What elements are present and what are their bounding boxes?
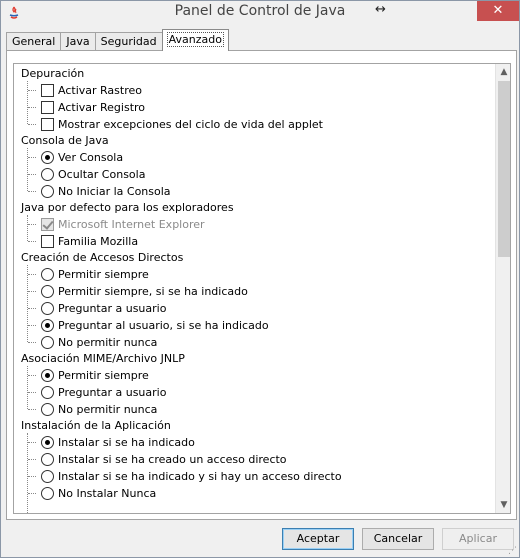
title-bar[interactable]: Panel de Control de Java ↔ ✕: [1, 1, 519, 25]
option-label: Ocultar Consola: [58, 168, 146, 181]
option-label: Preguntar al usuario, si se ha indicado: [58, 319, 269, 332]
tab-label: Seguridad: [100, 35, 157, 48]
option-label: Preguntar a usuario: [58, 386, 167, 399]
settings-tree: Depuración Activar Rastreo Activar Regis…: [13, 63, 511, 514]
tree-line: [28, 409, 36, 410]
section-depuracion: Depuración: [21, 67, 85, 80]
scrollbar-thumb[interactable]: [498, 81, 510, 257]
option-label: Permitir siempre, si se ha indicado: [58, 285, 248, 298]
checkbox-box[interactable]: [41, 235, 54, 248]
section-instalacion: Instalación de la Aplicación: [21, 419, 171, 432]
tree-line: [28, 274, 36, 275]
scroll-up-icon[interactable]: ▲: [496, 64, 510, 80]
tree-line: [28, 157, 36, 158]
tree-line: [28, 291, 36, 292]
option-label: Mostrar excepciones del ciclo de vida de…: [58, 118, 323, 131]
option-label: Microsoft Internet Explorer: [58, 218, 205, 231]
checkbox-box[interactable]: [41, 118, 54, 131]
tree-line: [28, 476, 36, 477]
option-label: Ver Consola: [58, 151, 124, 164]
tree-line: [27, 366, 28, 409]
tree-line: [28, 241, 36, 242]
radio-button[interactable]: [41, 319, 54, 332]
section-mime-jnlp: Asociación MIME/Archivo JNLP: [21, 352, 185, 365]
tree-line: [27, 215, 28, 241]
tree-line: [28, 392, 36, 393]
tree-line: [28, 342, 36, 343]
tree-line: [28, 442, 36, 443]
tree-line: [28, 124, 36, 125]
tree-line: [28, 191, 36, 192]
tab-general[interactable]: General: [6, 32, 62, 51]
radio-button[interactable]: [41, 470, 54, 483]
tree-line: [28, 174, 36, 175]
radio-button[interactable]: [41, 336, 54, 349]
window-title: Panel de Control de Java: [174, 3, 346, 19]
checkbox-box: [41, 218, 54, 231]
option-label: No permitir nunca: [58, 336, 158, 349]
tab-java[interactable]: Java: [60, 32, 96, 51]
option-label: Permitir siempre: [58, 369, 149, 382]
option-label: No Iniciar la Consola: [58, 185, 171, 198]
tree-line: [27, 81, 28, 124]
option-label: No Instalar Nunca: [58, 487, 157, 500]
tab-label: Java: [66, 35, 90, 48]
radio-button[interactable]: [41, 403, 54, 416]
tab-label: General: [12, 35, 56, 48]
option-label: Instalar si se ha indicado: [58, 436, 195, 449]
scroll-down-icon[interactable]: ▼: [496, 497, 510, 513]
tree-line: [27, 148, 28, 191]
tab-strip: General Java Seguridad Avanzado: [6, 29, 229, 51]
tree-line: [28, 375, 36, 376]
radio-button[interactable]: [41, 285, 54, 298]
section-accesos-directos: Creación de Accesos Directos: [21, 251, 184, 264]
tab-avanzado[interactable]: Avanzado: [161, 29, 229, 51]
tab-label: Avanzado: [166, 32, 224, 47]
section-consola-java: Consola de Java: [21, 134, 109, 147]
java-control-panel-window: Panel de Control de Java ↔ ✕ General Jav…: [0, 0, 520, 558]
radio-button[interactable]: [41, 453, 54, 466]
radio-button[interactable]: [41, 185, 54, 198]
accept-button[interactable]: Aceptar: [282, 528, 354, 550]
radio-button[interactable]: [41, 268, 54, 281]
apply-button: Aplicar: [442, 528, 514, 550]
tree-line: [28, 493, 36, 494]
radio-button[interactable]: [41, 369, 54, 382]
close-button[interactable]: ✕: [477, 1, 519, 21]
tree-line: [27, 433, 28, 513]
radio-button[interactable]: [41, 151, 54, 164]
tree-line: [28, 90, 36, 91]
tab-seguridad[interactable]: Seguridad: [94, 32, 163, 51]
radio-button[interactable]: [41, 302, 54, 315]
tree-line: [28, 459, 36, 460]
tree-line: [28, 308, 36, 309]
checkbox-box[interactable]: [41, 101, 54, 114]
option-label: Preguntar a usuario: [58, 302, 167, 315]
section-exploradores: Java por defecto para los exploradores: [21, 201, 234, 214]
option-label: Activar Rastreo: [58, 84, 142, 97]
option-label: No permitir nunca: [58, 403, 158, 416]
tree-line: [28, 325, 36, 326]
radio-button[interactable]: [41, 168, 54, 181]
tree-line: [28, 107, 36, 108]
checkbox-box[interactable]: [41, 84, 54, 97]
radio-button[interactable]: [41, 386, 54, 399]
cancel-button[interactable]: Cancelar: [362, 528, 434, 550]
settings-list: Depuración Activar Rastreo Activar Regis…: [14, 64, 494, 513]
option-label: Instalar si se ha creado un acceso direc…: [58, 453, 287, 466]
option-label: Instalar si se ha indicado y si hay un a…: [58, 470, 342, 483]
vertical-scrollbar[interactable]: ▲ ▼: [495, 64, 510, 513]
tree-line: [28, 224, 36, 225]
radio-button[interactable]: [41, 487, 54, 500]
resize-arrow-icon: ↔: [375, 2, 386, 17]
option-label: Familia Mozilla: [58, 235, 139, 248]
option-label: Activar Registro: [58, 101, 146, 114]
radio-button[interactable]: [41, 436, 54, 449]
option-label: Permitir siempre: [58, 268, 149, 281]
resize-grip-icon[interactable]: ⋰: [508, 546, 518, 556]
tree-line: [27, 265, 28, 342]
